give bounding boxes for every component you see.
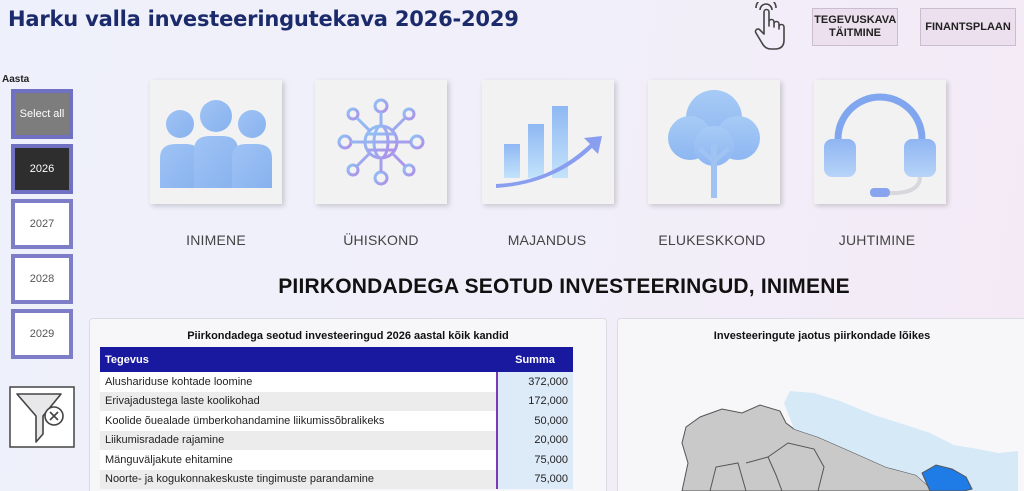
category-uhiskond-label: ÜHISKOND (343, 232, 419, 248)
table-row[interactable]: Liikumisradade rajamine 20,000 (100, 430, 573, 450)
column-header-summa[interactable]: Summa (497, 347, 573, 372)
map-title: Investeeringute jaotus piirkondade lõike… (713, 330, 931, 342)
network-globe-icon (337, 98, 425, 186)
category-juhtimine-label: JUHTIMINE (838, 232, 916, 248)
headset-icon (824, 93, 936, 197)
region-map[interactable] (618, 371, 1024, 491)
row-summa: 172,000 (496, 391, 573, 411)
investments-table-panel: Piirkondadega seotud investeeringud 2026… (89, 318, 607, 491)
column-header-tegevus[interactable]: Tegevus (100, 347, 497, 372)
category-elukeskkond-label: ELUKESKKOND (658, 232, 766, 248)
category-inimene-label: INIMENE (186, 232, 246, 248)
year-2029[interactable]: 2029 (11, 309, 73, 359)
row-summa: 75,000 (496, 469, 573, 489)
year-2026[interactable]: 2026 (11, 144, 73, 194)
category-majandus-tile[interactable] (482, 80, 614, 204)
growth-chart-icon (496, 106, 602, 188)
table-row[interactable]: Koolide õuealade ümberkohandamine liikum… (100, 411, 573, 431)
table-title: Piirkondadega seotud investeeringud 2026… (187, 330, 509, 342)
investments-table: Tegevus Summa Alushariduse kohtade loomi… (100, 347, 573, 489)
table-row[interactable]: Alushariduse kohtade loomine 372,000 (100, 372, 573, 392)
row-tegevus: Mänguväljakute ehitamine (100, 450, 497, 470)
map-panel: Investeeringute jaotus piirkondade lõike… (617, 318, 1024, 491)
row-tegevus: Erivajadustega laste koolikohad (100, 391, 497, 411)
row-summa: 20,000 (496, 430, 573, 450)
tegevuskava-taitmine-button[interactable]: TEGEVUSKAVA TÄITMINE (812, 8, 898, 46)
row-tegevus: Liikumisradade rajamine (100, 430, 497, 450)
tree-icon (668, 90, 760, 198)
table-row[interactable]: Mänguväljakute ehitamine 75,000 (100, 450, 573, 470)
category-majandus-label: MAJANDUS (507, 232, 587, 248)
row-tegevus: Alushariduse kohtade loomine (100, 372, 497, 392)
year-select-all[interactable]: Select all (11, 89, 73, 139)
table-row[interactable]: Noorte- ja kogukonnakeskuste tingimuste … (100, 469, 573, 489)
category-uhiskond-tile[interactable] (315, 80, 447, 204)
year-2027[interactable]: 2027 (11, 199, 73, 249)
row-tegevus: Noorte- ja kogukonnakeskuste tingimuste … (100, 469, 497, 489)
year-filter-label: Aasta (2, 74, 30, 85)
page-title: Harku valla investeeringutekava 2026-202… (8, 7, 519, 31)
row-summa: 75,000 (496, 450, 573, 470)
row-tegevus: Koolide õuealade ümberkohandamine liikum… (100, 411, 497, 431)
table-row[interactable]: Erivajadustega laste koolikohad 172,000 (100, 391, 573, 411)
clear-filter-icon[interactable] (9, 386, 75, 448)
row-summa: 50,000 (496, 411, 573, 431)
people-icon (160, 100, 272, 188)
finantsplaan-button[interactable]: FINANTSPLAAN (920, 8, 1016, 46)
hand-pointer-icon[interactable] (750, 2, 790, 52)
category-juhtimine-tile[interactable] (814, 80, 946, 204)
row-summa: 372,000 (496, 372, 573, 392)
section-title: PIIRKONDADEGA SEOTUD INVESTEERINGUD, INI… (278, 275, 850, 298)
category-inimene-tile[interactable] (150, 80, 282, 204)
category-elukeskkond-tile[interactable] (648, 80, 780, 204)
